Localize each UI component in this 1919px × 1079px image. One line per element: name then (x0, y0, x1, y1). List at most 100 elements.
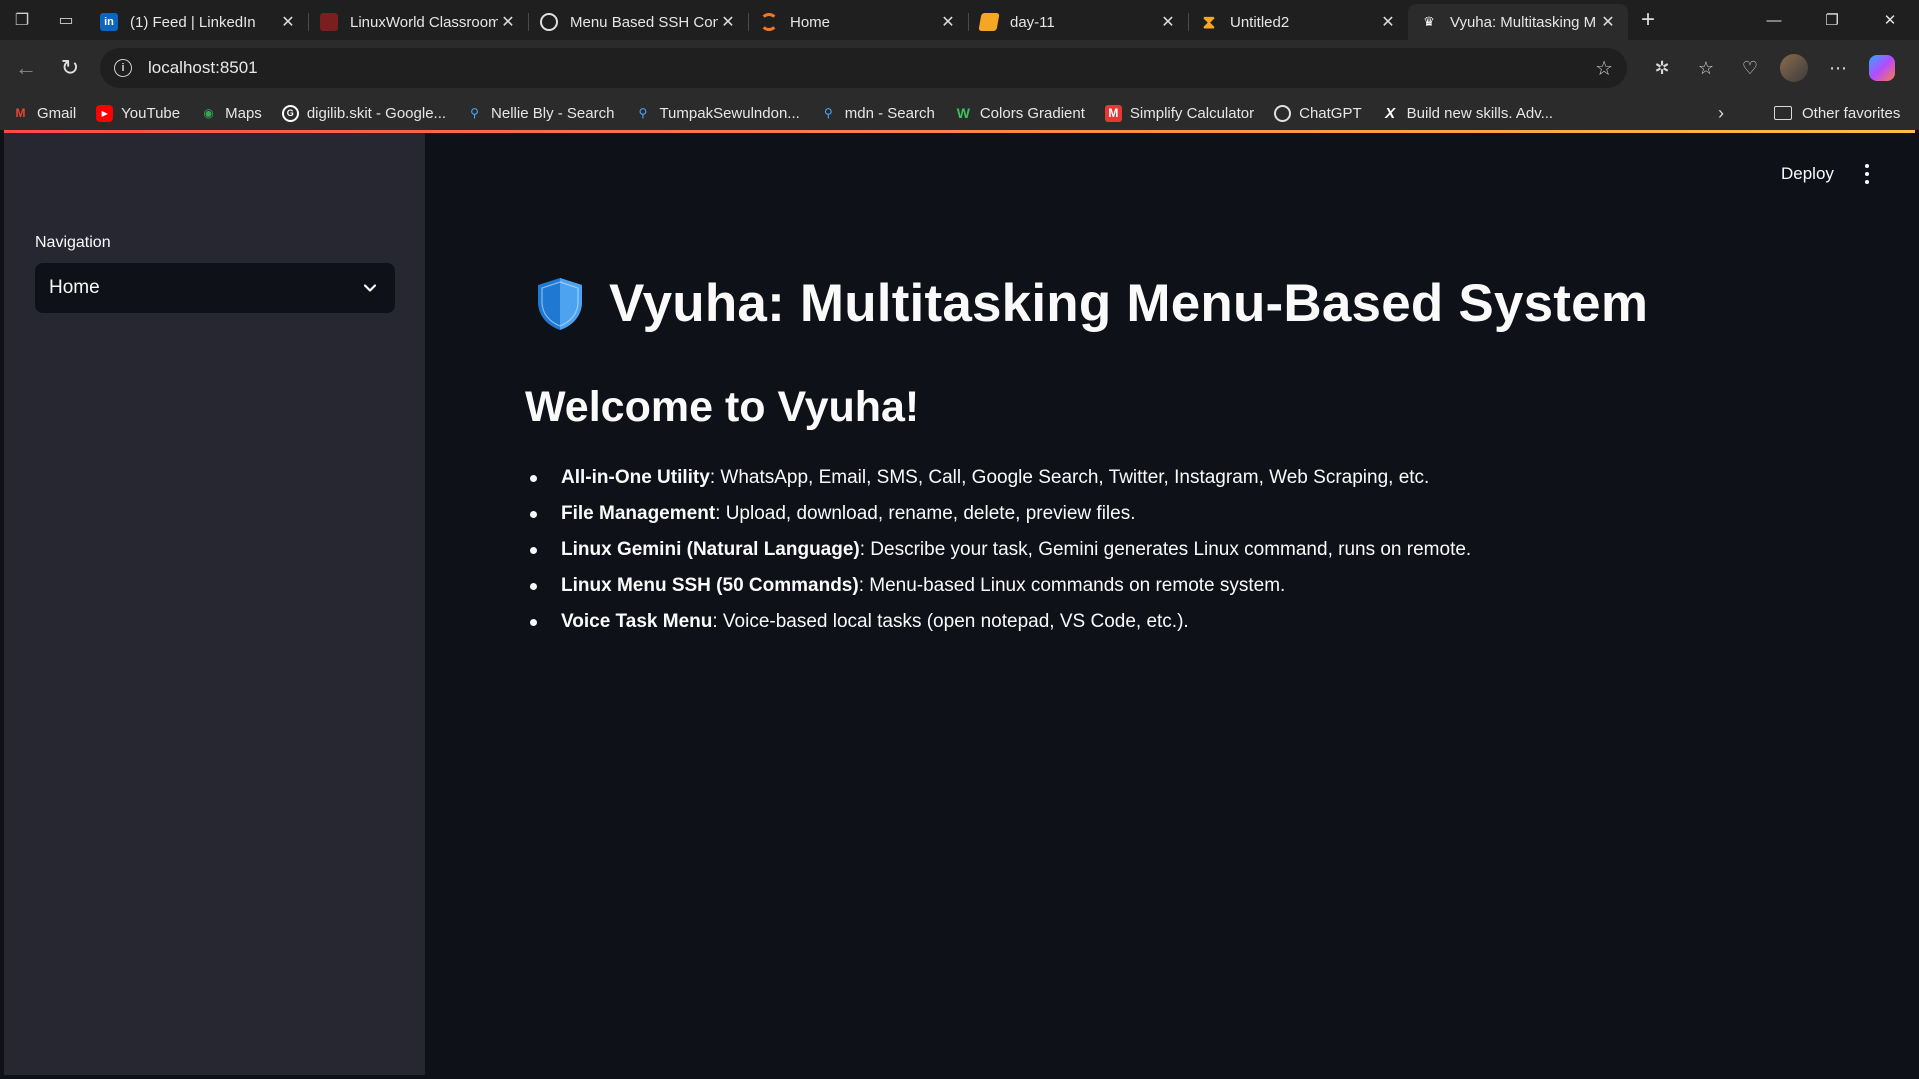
close-icon[interactable]: ✕ (1158, 12, 1178, 32)
more-icon[interactable]: ⋯ (1816, 48, 1860, 88)
reload-button[interactable]: ↻ (48, 48, 92, 88)
bookmark-label: digilib.skit - Google... (306, 104, 447, 122)
feature-name: Linux Gemini (Natural Language) (561, 539, 860, 560)
bookmark-youtube[interactable]: ▶ YouTube (96, 104, 181, 122)
bookmark-digilib[interactable]: G digilib.skit - Google... (281, 104, 447, 122)
bookmark-label: Colors Gradient (979, 104, 1085, 122)
bookmark-build-skills[interactable]: X Build new skills. Adv... (1382, 105, 1553, 122)
close-icon[interactable]: ✕ (498, 12, 518, 32)
tab-untitled2[interactable]: ⧗ Untitled2 ✕ (1188, 4, 1408, 40)
navigation-select[interactable]: Home (35, 263, 395, 313)
x-icon: X (1385, 104, 1396, 122)
info-icon[interactable]: i (114, 59, 132, 77)
bookmark-gmail[interactable]: M Gmail (12, 105, 77, 122)
folder-icon (1774, 106, 1792, 120)
bookmark-chatgpt[interactable]: ChatGPT (1274, 104, 1362, 122)
other-favorites[interactable]: Other favorites (1774, 96, 1900, 130)
new-tab-button[interactable]: + (1628, 0, 1668, 40)
hourglass-icon: ⧗ (1202, 11, 1216, 32)
tab-strip: in (1) Feed | LinkedIn ✕ LinuxWorld Clas… (88, 0, 1628, 40)
back-button[interactable]: ← (4, 48, 48, 88)
bookmark-label: Nellie Bly - Search (491, 104, 615, 122)
linkedin-icon: in (100, 13, 118, 31)
browser-toolbar: ✲ ☆ ♡ ⋯ (1640, 40, 1904, 96)
main-content: Deploy Vyuha: Multitasking Menu-Based Sy… (425, 133, 1915, 1075)
tab-title: Home (790, 13, 831, 31)
deploy-button[interactable]: Deploy (1781, 164, 1834, 184)
bookmark-maps[interactable]: ◉ Maps (200, 104, 262, 122)
chevron-right-icon[interactable]: › (1718, 96, 1724, 130)
tab-title: LinuxWorld Classroom (350, 13, 498, 31)
feature-list: All-in-One Utility: WhatsApp, Email, SMS… (525, 460, 1471, 640)
bookmark-label: TumpakSewulndon... (659, 104, 800, 122)
navigation-label: Navigation (35, 234, 111, 251)
close-icon[interactable]: ✕ (938, 12, 958, 32)
list-item: Linux Menu SSH (50 Commands): Menu-based… (525, 568, 1471, 604)
bookmark-mdn[interactable]: ⚲ mdn - Search (820, 105, 935, 122)
tab-title: Vyuha: Multitasking M (1450, 13, 1597, 31)
close-icon[interactable]: ✕ (1598, 12, 1618, 32)
main-menu-icon[interactable] (1861, 164, 1873, 184)
list-item: Linux Gemini (Natural Language): Describ… (525, 532, 1471, 568)
vertical-tabs-icon[interactable]: ▭ (44, 0, 88, 40)
feature-name: Linux Menu SSH (50 Commands) (561, 575, 859, 596)
bookmark-label: ChatGPT (1299, 104, 1362, 122)
list-item: Voice Task Menu: Voice-based local tasks… (525, 604, 1471, 640)
address-bar[interactable]: i localhost:8501 ☆ (100, 48, 1627, 88)
search-icon: ⚲ (638, 106, 648, 120)
close-window-button[interactable]: ✕ (1861, 0, 1919, 40)
url-text[interactable]: localhost:8501 (148, 58, 1595, 78)
bookmark-label: YouTube (121, 104, 181, 122)
tab-menu-ssh[interactable]: Menu Based SSH Con ✕ (528, 4, 748, 40)
list-item: All-in-One Utility: WhatsApp, Email, SMS… (525, 460, 1471, 496)
jupyter-icon (760, 13, 778, 31)
linuxworld-icon (320, 13, 338, 31)
gmail-icon: M (15, 106, 26, 120)
shield-icon (538, 277, 582, 330)
search-icon: ⚲ (470, 106, 479, 120)
app-container: Navigation Home Deploy Vyuha: Multitaski… (4, 133, 1915, 1075)
window-controls: — ❐ ✕ (1745, 0, 1919, 40)
bookmark-label: mdn - Search (844, 104, 935, 122)
other-favorites-label: Other favorites (1802, 104, 1901, 122)
maps-icon: ◉ (203, 106, 214, 120)
bookmark-colors-gradient[interactable]: W Colors Gradient (955, 105, 1085, 122)
list-item: File Management: Upload, download, renam… (525, 496, 1471, 532)
star-icon[interactable]: ☆ (1595, 56, 1613, 81)
tab-linkedin[interactable]: in (1) Feed | LinkedIn ✕ (88, 4, 308, 40)
feature-desc: : Voice-based local tasks (open notepad,… (712, 611, 1189, 632)
bookmark-nellie-bly[interactable]: ⚲ Nellie Bly - Search (466, 105, 614, 122)
bookmark-tumpak[interactable]: ⚲ TumpakSewulndon... (634, 104, 800, 122)
close-icon[interactable]: ✕ (1378, 12, 1398, 32)
feature-name: Voice Task Menu (561, 611, 713, 632)
feature-desc: : WhatsApp, Email, SMS, Call, Google Sea… (709, 467, 1430, 488)
minimize-button[interactable]: — (1745, 0, 1803, 40)
streamlit-icon: ♛ (1423, 14, 1435, 29)
browser-essentials-icon[interactable]: ♡ (1728, 48, 1772, 88)
bookmark-label: Simplify Calculator (1129, 104, 1255, 122)
bookmark-simplify-calculator[interactable]: M Simplify Calculator (1104, 104, 1255, 122)
tab-title: Menu Based SSH Con (570, 13, 718, 31)
favorites-icon[interactable]: ☆ (1684, 48, 1728, 88)
google-icon: G (281, 104, 299, 122)
tab-title: Untitled2 (1230, 13, 1290, 31)
bookmarks-bar: M Gmail ▶ YouTube ◉ Maps G digilib.skit … (0, 96, 1919, 130)
tab-day-11[interactable]: day-11 ✕ (968, 4, 1188, 40)
tab-title: (1) Feed | LinkedIn (130, 13, 256, 31)
restore-button[interactable]: ❐ (1803, 0, 1861, 40)
tab-home[interactable]: Home ✕ (748, 4, 968, 40)
bookmark-label: Maps (225, 104, 262, 122)
tab-vyuha[interactable]: ♛ Vyuha: Multitasking M ✕ (1408, 4, 1628, 40)
feature-name: All-in-One Utility (561, 467, 710, 488)
browser-titlebar: ❐ ▭ in (1) Feed | LinkedIn ✕ LinuxWorld … (0, 0, 1919, 40)
copilot-icon[interactable] (1860, 48, 1904, 88)
profile-avatar[interactable] (1772, 48, 1816, 88)
feature-desc: : Upload, download, rename, delete, prev… (715, 503, 1136, 524)
extensions-icon[interactable]: ✲ (1640, 48, 1684, 88)
workspaces-icon[interactable]: ❐ (0, 0, 44, 40)
close-icon[interactable]: ✕ (278, 12, 298, 32)
close-icon[interactable]: ✕ (718, 12, 738, 32)
tab-linuxworld[interactable]: LinuxWorld Classroom ✕ (308, 4, 528, 40)
bookmark-label: Build new skills. Adv... (1406, 104, 1554, 122)
search-icon: ⚲ (823, 106, 833, 120)
